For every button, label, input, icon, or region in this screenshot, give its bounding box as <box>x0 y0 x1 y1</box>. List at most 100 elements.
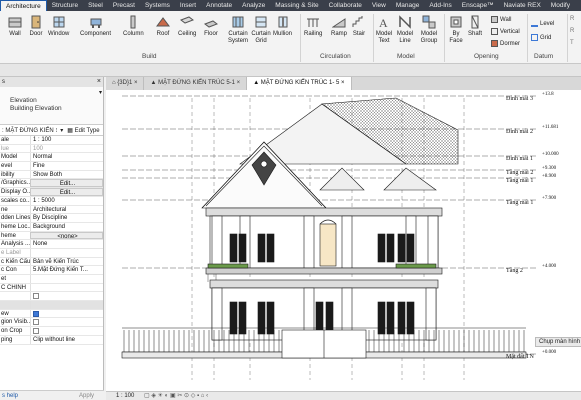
property-value[interactable]: 5.Mặt Đứng Kiến T... <box>30 266 103 274</box>
ribbon-tab-annotate[interactable]: Annotate <box>201 0 237 11</box>
view-tab[interactable]: ⌂ {3D}1 × <box>106 77 145 90</box>
view-controls[interactable]: ▢ ◈ ☀ ◐ ▣ ✂ ⊙ ◇ ▪ ⌂ ‹ <box>144 393 208 399</box>
level-name: Đỉnh mái 1 <box>506 156 533 162</box>
ribbon-tab-add-ins[interactable]: Add-Ins <box>424 0 456 11</box>
close-icon[interactable]: × <box>339 80 345 86</box>
mullion-button[interactable]: Mullion <box>273 15 292 38</box>
dormer-button[interactable]: Dormer <box>491 40 520 47</box>
property-value[interactable] <box>30 275 103 283</box>
property-value[interactable]: Clip without line <box>30 335 103 344</box>
type-name: Building Elevation <box>10 105 62 112</box>
property-value[interactable] <box>30 327 103 335</box>
ribbon-tab-manage[interactable]: Manage <box>391 0 425 11</box>
column-button[interactable]: Column <box>123 15 144 38</box>
ribbon-tab-naviate-rex[interactable]: Naviate REX <box>499 0 546 11</box>
railing-button[interactable]: Railing <box>304 15 322 38</box>
property-value[interactable] <box>30 283 103 292</box>
property-value[interactable] <box>30 248 103 257</box>
property-row: ale 1 : 100 <box>0 136 103 145</box>
instance-selector[interactable]: : MẶT ĐỨNG KIẾN ⁝ ▾ ▦ Edit Type <box>0 125 103 136</box>
floor-button[interactable]: Floor <box>204 15 218 38</box>
apply-button[interactable]: Apply <box>79 393 94 399</box>
model-text-button[interactable]: A Model Text <box>375 15 393 45</box>
wall-button[interactable]: Wall <box>8 15 22 38</box>
properties-list: ale 1 : 100 lue 100 Model Normal evel Fine ibili… <box>0 136 103 345</box>
property-name: lue <box>1 145 10 152</box>
close-icon[interactable]: × <box>132 80 138 86</box>
ramp-button[interactable]: Ramp <box>331 15 347 38</box>
property-value[interactable]: Architectural <box>30 205 103 214</box>
window-button[interactable]: Window <box>48 15 69 38</box>
property-value[interactable] <box>30 292 103 301</box>
checkbox[interactable] <box>33 319 39 326</box>
property-value[interactable]: 1 : 100 <box>30 136 103 144</box>
property-value[interactable]: None <box>30 240 103 248</box>
ceiling-icon <box>180 16 195 24</box>
ribbon-tab-analyze[interactable]: Analyze <box>237 0 270 11</box>
property-value[interactable]: Bản vẽ Kiến Trúc <box>30 257 103 266</box>
roof-button[interactable]: Roof <box>156 15 170 38</box>
property-value[interactable]: Fine <box>30 162 103 170</box>
ribbon-tab-structure[interactable]: Structure <box>47 0 83 11</box>
property-value[interactable] <box>30 318 103 327</box>
ribbon-tab-enscape-[interactable]: Enscape™ <box>457 0 499 11</box>
ribbon-tab-collaborate[interactable]: Collaborate <box>324 0 367 11</box>
ribbon-tab-view[interactable]: View <box>367 0 391 11</box>
property-value[interactable]: 1 : 5000 <box>30 196 103 205</box>
view-scale[interactable]: 1 : 100 <box>116 393 134 399</box>
properties-help-link[interactable]: s help <box>2 393 18 399</box>
property-value[interactable]: Show Both <box>30 170 103 179</box>
property-edit-button[interactable]: <none> <box>30 231 103 240</box>
ribbon-tab-architecture[interactable]: Architecture <box>0 0 47 11</box>
grid-button[interactable]: Grid <box>531 34 551 41</box>
wall-opening-button[interactable]: Wall <box>491 16 511 23</box>
chevron-down-icon[interactable]: ▾ <box>99 89 102 96</box>
view-tab[interactable]: ▲ MẶT ĐỨNG KIẾN TRÚC 5-1 × <box>144 77 248 90</box>
ribbon-tab-modify[interactable]: Modify <box>546 0 575 11</box>
edit-type-button[interactable]: ▦ Edit Type <box>67 127 99 134</box>
property-value[interactable]: By Discipline <box>30 214 103 222</box>
property-value[interactable] <box>30 301 103 309</box>
property-value[interactable]: 100 <box>30 144 103 153</box>
level-name: Mặt đất TN <box>506 353 535 360</box>
ribbon-tab-systems[interactable]: Systems <box>140 0 175 11</box>
view-tab[interactable]: ▲ MẶT ĐỨNG KIẾN TRÚC 1- 5 × <box>247 77 352 90</box>
stair-button[interactable]: Stair <box>352 15 366 38</box>
ribbon-tab-insert[interactable]: Insert <box>175 0 201 11</box>
property-value[interactable]: Background <box>30 222 103 231</box>
elevation-drawing: Đỉnh mái 3 +13.8 Đỉnh mái 2 +11.681 Đỉnh mái… <box>121 92 559 380</box>
property-edit-button[interactable]: Edit... <box>30 179 103 188</box>
close-icon[interactable]: × <box>235 80 241 86</box>
ribbon-overflow[interactable]: T <box>570 40 574 46</box>
level-button[interactable]: Level <box>531 20 554 27</box>
model-line-button[interactable]: Model Line <box>396 15 414 45</box>
type-selector[interactable]: Elevation Building Elevation ▾ <box>0 87 103 125</box>
checkbox[interactable] <box>33 293 39 300</box>
property-row: Display O... Edit... <box>0 188 103 197</box>
ribbon-overflow[interactable]: R <box>570 16 574 22</box>
property-edit-button[interactable]: Edit... <box>30 188 103 196</box>
component-button[interactable]: Component <box>80 15 111 38</box>
curtain-system-button[interactable]: Curtain System <box>226 15 250 45</box>
ribbon-overflow[interactable]: R <box>570 28 574 34</box>
close-icon[interactable]: × <box>97 77 101 87</box>
curtain-grid-button[interactable]: Curtain Grid <box>250 15 272 45</box>
property-value[interactable]: Normal <box>30 153 103 162</box>
ribbon-tab-massing-site[interactable]: Massing & Site <box>270 0 323 11</box>
shaft-button[interactable]: Shaft <box>468 15 482 38</box>
model-group-button[interactable]: Model Group <box>418 15 440 45</box>
checkbox[interactable] <box>33 328 39 335</box>
by-face-button[interactable]: By Face <box>447 15 465 45</box>
property-value[interactable] <box>30 309 103 318</box>
circulation-group-label: Circulation <box>320 53 351 60</box>
ramp-icon <box>332 18 346 28</box>
level-name: Tầng 2 <box>506 267 523 274</box>
ribbon-tab-precast[interactable]: Precast <box>108 0 140 11</box>
drawing-canvas[interactable]: Đỉnh mái 3 +13.8 Đỉnh mái 2 +11.681 Đỉnh mái… <box>106 90 581 391</box>
door-button[interactable]: Door <box>29 15 43 38</box>
checkbox[interactable] <box>33 310 39 317</box>
ceiling-button[interactable]: Ceiling <box>178 15 196 38</box>
vertical-opening-button[interactable]: Vertical <box>491 28 520 35</box>
chevron-down-icon[interactable]: ▾ <box>60 127 63 134</box>
ribbon-tab-steel[interactable]: Steel <box>83 0 108 11</box>
